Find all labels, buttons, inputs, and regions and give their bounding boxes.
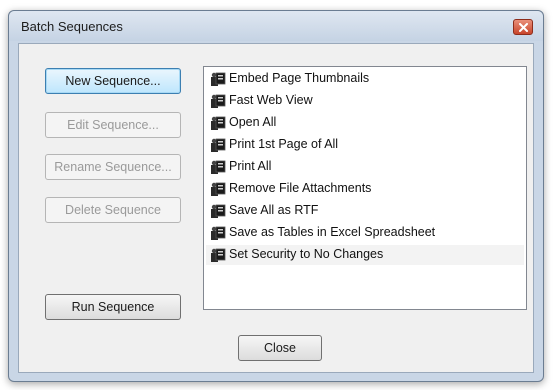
sequence-label: Save as Tables in Excel Spreadsheet [229,225,436,239]
sequence-label: Remove File Attachments [229,181,372,195]
sequence-label: Set Security to No Changes [229,247,384,261]
list-item[interactable]: Print All [206,157,524,177]
list-item[interactable]: Open All [206,113,524,133]
batch-sequence-icon [211,160,226,174]
sequence-label: Print All [229,159,272,173]
sequence-label: Open All [229,115,277,129]
title-bar: Batch Sequences [9,11,543,41]
list-item[interactable]: Print 1st Page of All [206,135,524,155]
batch-sequence-icon [211,226,226,240]
sequence-label: Embed Page Thumbnails [229,71,370,85]
batch-sequences-dialog: Batch Sequences New Sequence... Edit Seq… [8,10,544,382]
sequence-label: Print 1st Page of All [229,137,339,151]
batch-sequence-icon [211,248,226,262]
list-item[interactable]: Remove File Attachments [206,179,524,199]
list-item[interactable]: Embed Page Thumbnails [206,69,524,89]
delete-sequence-button[interactable]: Delete Sequence [45,197,181,223]
edit-sequence-button[interactable]: Edit Sequence... [45,112,181,138]
sequence-list[interactable]: Embed Page Thumbnails Fast Web View Open… [203,66,527,310]
run-sequence-button[interactable]: Run Sequence [45,294,181,320]
dialog-title: Batch Sequences [21,19,123,34]
list-item[interactable]: Fast Web View [206,91,524,111]
sequence-label: Save All as RTF [229,203,319,217]
list-item[interactable]: Set Security to No Changes [206,245,524,265]
new-sequence-button[interactable]: New Sequence... [45,68,181,94]
close-button[interactable]: Close [238,335,322,361]
batch-sequence-icon [211,182,226,196]
batch-sequence-icon [211,204,226,218]
batch-sequence-icon [211,94,226,108]
sequence-label: Fast Web View [229,93,313,107]
list-item[interactable]: Save as Tables in Excel Spreadsheet [206,223,524,243]
rename-sequence-button[interactable]: Rename Sequence... [45,154,181,180]
batch-sequence-icon [211,138,226,152]
close-icon[interactable] [513,19,533,35]
batch-sequence-icon [211,72,226,86]
dialog-body: New Sequence... Edit Sequence... Rename … [18,43,534,373]
list-item[interactable]: Save All as RTF [206,201,524,221]
batch-sequence-icon [211,116,226,130]
